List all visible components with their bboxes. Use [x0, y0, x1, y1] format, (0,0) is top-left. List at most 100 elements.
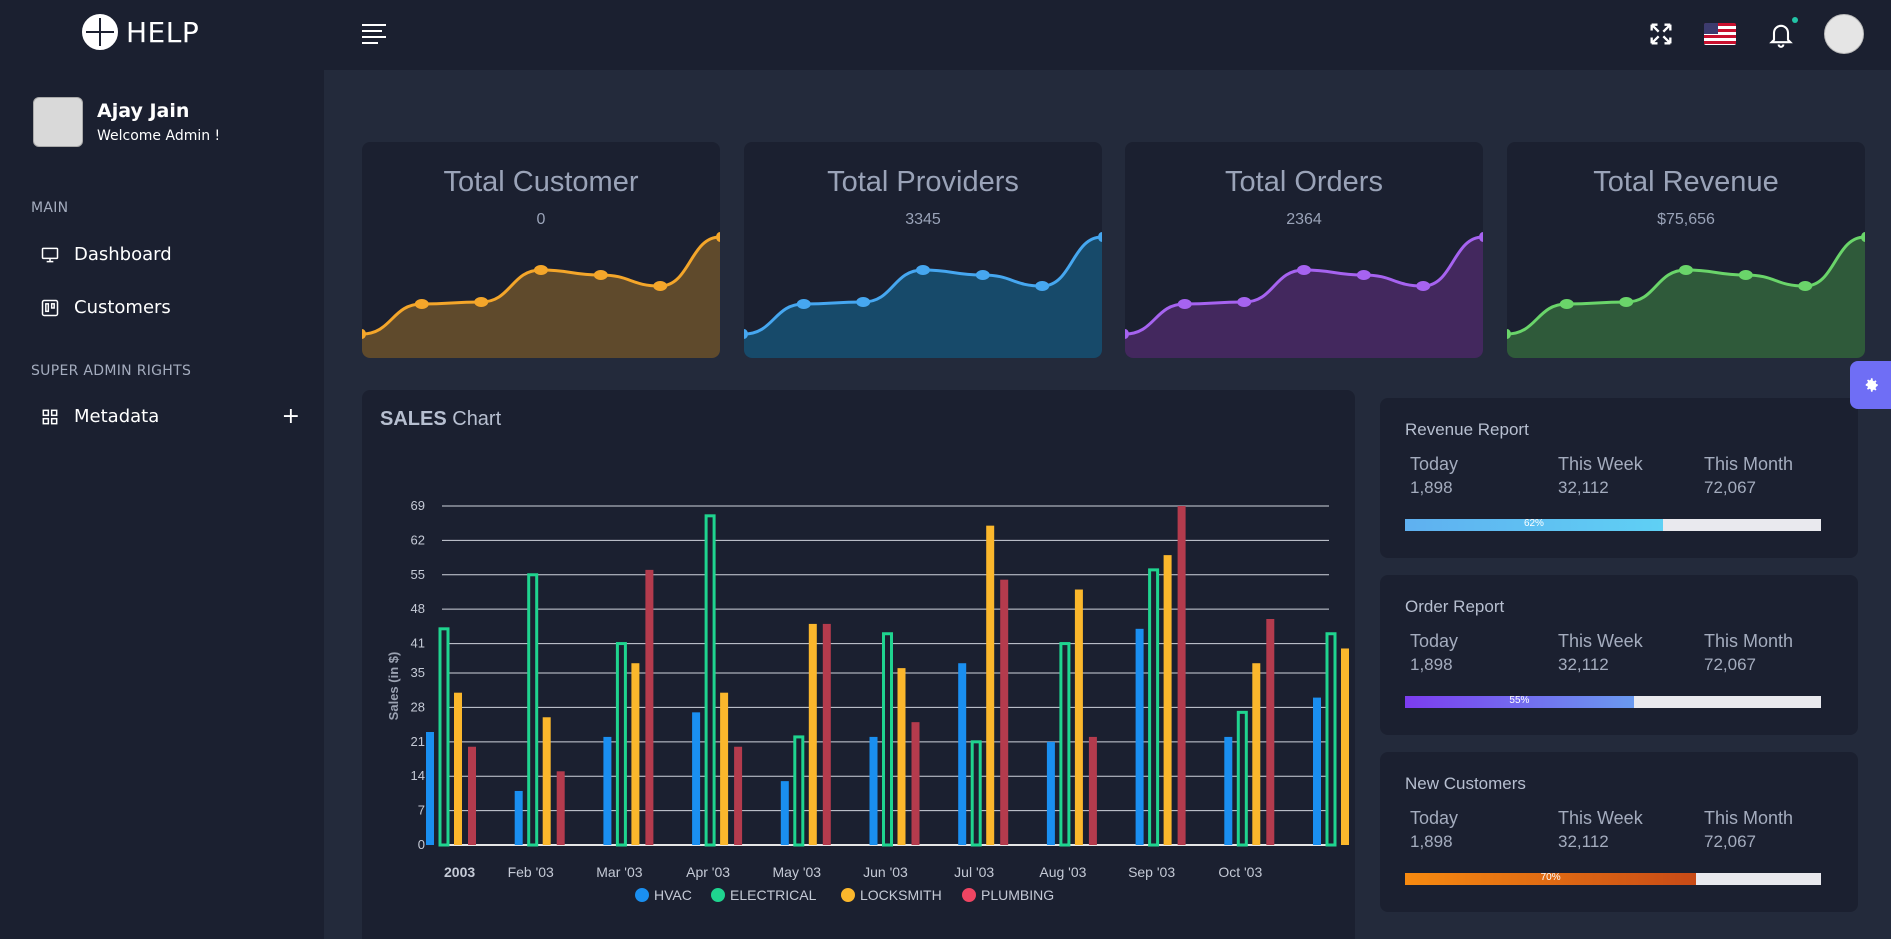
stat-card-total-orders: Total Orders 2364: [1125, 142, 1483, 358]
progress-bar: 70%: [1405, 872, 1821, 885]
report-col-label: This Month: [1704, 808, 1794, 828]
bar: [1236, 710, 1248, 847]
x-tick-label: Apr '03: [686, 864, 730, 880]
sparkline-point: [1177, 299, 1192, 309]
bar: [808, 623, 817, 845]
y-tick-label: 7: [418, 803, 425, 818]
report-col-week: This Week 32,112: [1558, 631, 1643, 675]
legend-marker: [962, 888, 976, 902]
legend-label[interactable]: LOCKSMITH: [860, 887, 942, 903]
bar: [1046, 741, 1055, 845]
bar: [911, 722, 920, 845]
report-col-label: Today: [1410, 454, 1459, 474]
sidebar-item-dashboard[interactable]: Dashboard: [40, 244, 300, 265]
sparkline-point: [796, 299, 811, 309]
report-col-value: 72,067: [1704, 832, 1756, 851]
report-col-label: This Month: [1704, 454, 1794, 474]
sidebar-item-metadata[interactable]: Metadata +: [40, 404, 300, 429]
bar: [1074, 589, 1083, 845]
report-col-value: 1,898: [1410, 655, 1453, 674]
settings-button[interactable]: [1850, 361, 1891, 409]
stat-card-total-customer: Total Customer 0: [362, 142, 720, 358]
us-flag-icon[interactable]: [1704, 23, 1736, 45]
board-icon: [41, 299, 59, 316]
report-col-label: This Week: [1558, 631, 1643, 651]
sidebar-item-customers[interactable]: Customers: [40, 297, 300, 318]
report-col-value: 1,898: [1410, 832, 1453, 851]
report-card-order: Order Report Today 1,898 This Week 32,112 …: [1380, 575, 1858, 735]
legend-marker: [711, 888, 725, 902]
sparkline-chart: [1507, 232, 1865, 358]
x-tick-label: Feb '03: [508, 864, 554, 880]
bar: [1177, 506, 1186, 845]
report-col-today: Today 1,898: [1410, 631, 1458, 675]
report-col-label: This Week: [1558, 454, 1643, 474]
legend-label[interactable]: HVAC: [654, 887, 692, 903]
fullscreen-icon[interactable]: [1647, 20, 1675, 48]
grid-icon: [42, 409, 58, 424]
report-col-label: Today: [1410, 808, 1459, 828]
report-col-value: 32,112: [1558, 832, 1609, 851]
bar: [1266, 619, 1275, 845]
stat-card-total-providers: Total Providers 3345: [744, 142, 1102, 358]
legend-label[interactable]: PLUMBING: [981, 887, 1054, 903]
user-avatar[interactable]: [1824, 14, 1864, 54]
report-col-today: Today 1,898: [1410, 454, 1458, 498]
expand-plus-icon[interactable]: +: [282, 404, 300, 429]
y-tick-label: 14: [411, 768, 425, 783]
bar: [645, 569, 654, 845]
bar: [454, 692, 462, 845]
menu-title-main: MAIN: [31, 200, 69, 216]
sparkline-point: [653, 281, 668, 291]
menu-toggle-button[interactable]: [362, 24, 388, 46]
stat-value: 2364: [1286, 211, 1322, 228]
bar: [793, 735, 805, 847]
x-tick-label: Aug '03: [1039, 864, 1086, 880]
stat-title: Total Providers: [827, 166, 1019, 198]
report-col-label: Today: [1410, 631, 1459, 651]
bar: [1341, 648, 1349, 845]
progress-fill: 70%: [1405, 872, 1697, 885]
y-tick-label: 69: [411, 498, 425, 513]
legend-marker: [635, 888, 649, 902]
report-title: New Customers: [1405, 774, 1526, 793]
stat-title: Total Revenue: [1593, 166, 1779, 198]
sparkline-point: [916, 265, 930, 275]
bar: [468, 746, 476, 845]
report-card-new-customers: New Customers Today 1,898 This Week 32,112…: [1380, 752, 1858, 912]
user-profile: Ajay Jain Welcome Admin !: [33, 97, 220, 147]
legend-marker: [841, 888, 855, 902]
y-tick-label: 55: [411, 567, 425, 582]
stat-card-total-revenue: Total Revenue $75,656: [1507, 142, 1865, 358]
x-tick-label: Jun '03: [863, 864, 908, 880]
x-tick-label: May '03: [773, 864, 822, 880]
bar: [1252, 663, 1261, 845]
report-col-month: This Month 72,067: [1704, 808, 1793, 852]
report-col-value: 32,112: [1558, 655, 1609, 674]
bar: [1224, 736, 1233, 845]
bar: [1000, 579, 1009, 845]
y-tick-label: 21: [411, 734, 425, 749]
bar: [897, 668, 906, 845]
report-col-week: This Week 32,112: [1558, 808, 1643, 852]
bell-icon[interactable]: [1767, 20, 1795, 48]
report-col-value: 72,067: [1704, 655, 1756, 674]
brand-logo[interactable]: HELP: [82, 14, 199, 50]
topbar: HELP: [0, 0, 1891, 70]
stat-value: $75,656: [1657, 211, 1715, 228]
x-tick-label: Oct '03: [1218, 864, 1262, 880]
stat-value: 0: [536, 211, 546, 228]
progress-label: 62%: [1523, 518, 1544, 529]
bar: [603, 736, 612, 845]
sidebar-item-label: Customers: [74, 297, 171, 318]
sidebar-item-label: Dashboard: [74, 244, 172, 265]
bar: [542, 717, 551, 845]
legend-label[interactable]: ELECTRICAL: [730, 887, 817, 903]
bar: [527, 573, 539, 847]
bar: [1148, 568, 1160, 847]
y-tick-label: 41: [411, 636, 425, 651]
bar: [986, 525, 995, 845]
stat-title: Total Orders: [1225, 166, 1383, 198]
y-tick-label: 0: [418, 837, 425, 852]
x-tick-label: Mar '03: [596, 864, 642, 880]
